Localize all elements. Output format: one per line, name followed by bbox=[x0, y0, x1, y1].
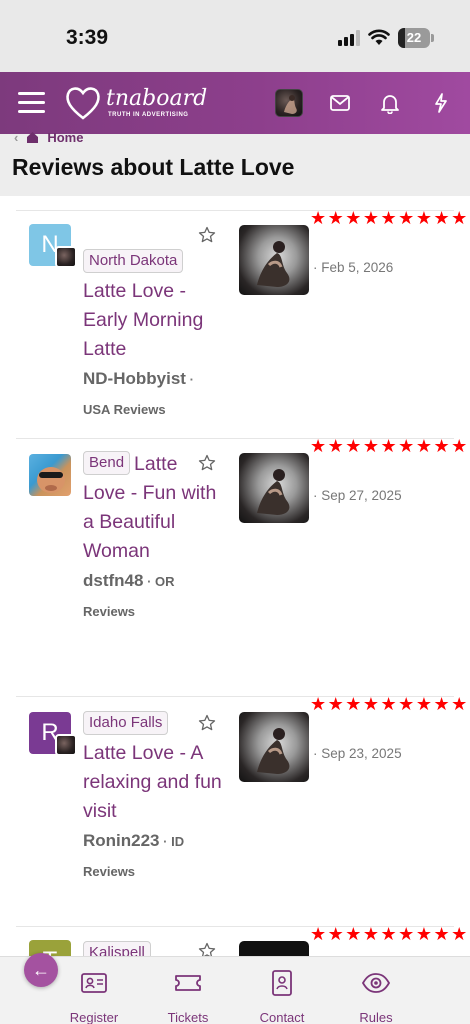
subject-thumbnail[interactable] bbox=[239, 941, 309, 956]
review-date: · Sep 23, 2025 bbox=[313, 746, 402, 761]
review-title-block: Idaho Falls Latte Love - A relaxing and … bbox=[83, 710, 223, 886]
subject-thumbnail[interactable] bbox=[239, 453, 309, 523]
review-title-block: North Dakota Latte Love - Early Morning … bbox=[83, 248, 223, 424]
review-item[interactable]: Bend Latte Love - Fun with a Beautiful Wo… bbox=[0, 436, 470, 696]
nav-register[interactable]: Register bbox=[49, 969, 139, 1024]
location-tag[interactable]: Idaho Falls bbox=[83, 711, 169, 735]
author-avatar[interactable] bbox=[29, 454, 71, 496]
rating-stars: ★★★★★★★★★★★ bbox=[310, 208, 470, 228]
title-area: ‹ Home Reviews about Latte Love bbox=[0, 130, 470, 196]
breadcrumb-home[interactable]: Home bbox=[47, 130, 83, 144]
review-list: N North Dakota Latte Love - Early Mornin… bbox=[0, 196, 470, 956]
wifi-icon bbox=[368, 29, 390, 45]
separator: · bbox=[185, 372, 194, 387]
breadcrumb[interactable]: ‹ Home bbox=[14, 130, 83, 144]
mail-icon[interactable] bbox=[329, 92, 351, 114]
back-button[interactable]: ← bbox=[24, 953, 58, 987]
review-title-link[interactable]: Latte Love - Early Morning Latte bbox=[83, 280, 203, 360]
separator: · bbox=[143, 574, 156, 589]
lightning-icon[interactable] bbox=[430, 92, 452, 114]
user-avatar[interactable] bbox=[275, 89, 303, 117]
subject-avatar bbox=[55, 734, 77, 756]
review-date-value: Sep 23, 2025 bbox=[321, 746, 402, 761]
menu-icon[interactable] bbox=[18, 92, 45, 114]
nav-tickets-label: Tickets bbox=[167, 1010, 209, 1024]
location-tag[interactable]: Kalispell bbox=[83, 941, 151, 956]
ticket-icon bbox=[175, 975, 201, 991]
chevron-left-icon: ‹ bbox=[14, 130, 19, 144]
review-date: · Feb 5, 2026 bbox=[313, 260, 394, 275]
app-header: tnaboard TRUTH IN ADVERTISING bbox=[0, 72, 470, 134]
arrow-left-icon: ← bbox=[32, 960, 50, 980]
subject-thumbnail[interactable] bbox=[239, 712, 309, 782]
subject-avatar bbox=[55, 246, 77, 268]
nav-contact-label: Contact bbox=[259, 1010, 305, 1024]
review-item[interactable]: T Kalispell ★★★★★★★★★★★ bbox=[0, 924, 470, 956]
bell-icon[interactable] bbox=[379, 92, 401, 114]
rating-stars: ★★★★★★★★★★★ bbox=[310, 924, 470, 944]
id-card-icon bbox=[81, 973, 107, 993]
contact-icon bbox=[272, 970, 292, 996]
nav-register-label: Register bbox=[69, 1010, 119, 1024]
logo-text: tnaboard bbox=[106, 86, 208, 111]
site-logo[interactable]: tnaboard TRUTH IN ADVERTISING bbox=[64, 84, 207, 124]
battery-icon: 22 bbox=[398, 28, 434, 48]
status-time: 3:39 bbox=[66, 26, 109, 49]
battery-level: 22 bbox=[406, 30, 422, 45]
rating-stars: ★★★★★★★★★★★ bbox=[310, 694, 470, 714]
review-item[interactable]: R Idaho Falls Latte Love - A relaxing an… bbox=[0, 694, 470, 926]
review-date-value: Sep 27, 2025 bbox=[321, 488, 402, 503]
review-title-block: Kalispell bbox=[83, 940, 223, 956]
nav-contact[interactable]: Contact bbox=[237, 969, 327, 1024]
author-name[interactable]: ND-Hobbyist bbox=[83, 369, 186, 388]
nav-tickets[interactable]: Tickets bbox=[143, 969, 233, 1024]
heart-logo-icon bbox=[66, 87, 100, 120]
review-item[interactable]: N North Dakota Latte Love - Early Mornin… bbox=[0, 208, 470, 438]
review-date-value: Feb 5, 2026 bbox=[321, 260, 394, 275]
location-tag[interactable]: Bend bbox=[83, 451, 131, 475]
watch-star-icon[interactable] bbox=[198, 226, 216, 244]
nav-rules[interactable]: Rules bbox=[331, 969, 421, 1024]
author-name[interactable]: dstfn48 bbox=[83, 571, 143, 590]
author-name[interactable]: Ronin223 bbox=[83, 831, 160, 850]
review-date: · Sep 27, 2025 bbox=[313, 488, 402, 503]
eye-icon bbox=[361, 973, 391, 993]
page-title: Reviews about Latte Love bbox=[12, 154, 295, 180]
logo-tagline: TRUTH IN ADVERTISING bbox=[108, 112, 189, 118]
subject-thumbnail[interactable] bbox=[239, 225, 309, 295]
status-bar: 3:39 22 bbox=[0, 0, 470, 72]
face-photo-icon bbox=[37, 467, 65, 493]
signal-icon bbox=[338, 30, 360, 46]
rating-stars: ★★★★★★★★★★★ bbox=[310, 436, 470, 456]
separator: · bbox=[159, 834, 172, 849]
review-title-link[interactable]: Latte Love - A relaxing and fun visit bbox=[83, 742, 222, 822]
location-tag[interactable]: North Dakota bbox=[83, 249, 184, 273]
nav-rules-label: Rules bbox=[359, 1010, 393, 1024]
forum-name[interactable]: USA Reviews bbox=[83, 402, 166, 417]
home-icon bbox=[27, 131, 39, 143]
bottom-nav: Register Tickets Contact Rules bbox=[0, 956, 470, 1024]
review-title-block: Bend Latte Love - Fun with a Beautiful Wo… bbox=[83, 450, 223, 626]
